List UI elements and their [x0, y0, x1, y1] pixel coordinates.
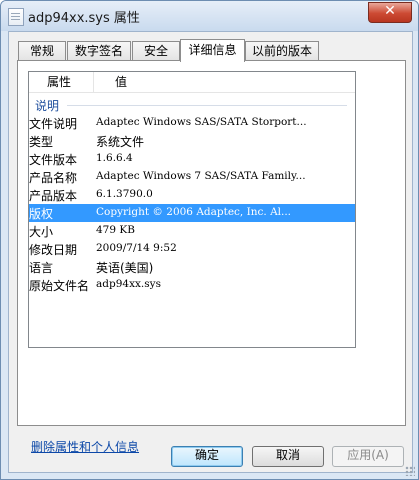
property-name: 修改日期 — [29, 243, 78, 257]
table-row[interactable]: 文件说明 Adaptec Windows SAS/SATA Storport..… — [29, 114, 355, 132]
resize-grip[interactable] — [405, 466, 415, 476]
group-divider — [67, 105, 347, 106]
property-value: Copyright © 2006 Adaptec, Inc. Al... — [96, 206, 292, 218]
cancel-button[interactable]: 取消 — [252, 446, 324, 467]
tab-digital-signatures[interactable]: 数字签名 — [67, 41, 131, 60]
table-row[interactable]: 类型 系统文件 — [29, 132, 355, 150]
property-name: 版权 — [29, 207, 54, 221]
property-value: Adaptec Windows 7 SAS/SATA Family... — [96, 170, 306, 182]
property-name: 文件说明 — [29, 117, 78, 131]
table-row[interactable]: 原始文件名 adp94xx.sys — [29, 276, 355, 294]
group-label: 说明 — [35, 99, 60, 113]
tab-details[interactable]: 详细信息 — [180, 39, 245, 62]
tab-strip: 常规 数字签名 安全 详细信息 以前的版本 — [18, 39, 408, 62]
property-name: 原始文件名 — [29, 279, 90, 293]
group-description: 说明 — [29, 96, 355, 114]
close-button[interactable]: ✕ — [368, 2, 412, 23]
title-bar[interactable]: adp94xx.sys 属性 ✕ — [1, 1, 418, 31]
property-value: 479 KB — [96, 224, 135, 236]
file-icon — [8, 8, 24, 26]
tab-previous-versions[interactable]: 以前的版本 — [245, 41, 319, 60]
properties-list[interactable]: 属性 值 说明 文件说明 Adaptec Windows SAS/SATA St… — [28, 71, 356, 348]
table-row[interactable]: 大小 479 KB — [29, 222, 355, 240]
property-value: 6.1.3790.0 — [96, 188, 153, 200]
table-row[interactable]: 文件版本 1.6.6.4 — [29, 150, 355, 168]
dialog-body: 常规 数字签名 安全 详细信息 以前的版本 属性 值 说明 文件说明 Adapt… — [8, 31, 413, 473]
property-value: 2009/7/14 9:52 — [96, 242, 177, 254]
column-header-value[interactable]: 值 — [115, 72, 127, 92]
property-name: 产品版本 — [29, 189, 78, 203]
property-name: 文件版本 — [29, 153, 78, 167]
properties-window: adp94xx.sys 属性 ✕ 常规 数字签名 安全 详细信息 以前的版本 属… — [0, 0, 419, 480]
table-row[interactable]: 修改日期 2009/7/14 9:52 — [29, 240, 355, 258]
table-row[interactable]: 语言 英语(美国) — [29, 258, 355, 276]
table-row[interactable]: 产品版本 6.1.3790.0 — [29, 186, 355, 204]
property-name: 大小 — [29, 225, 54, 239]
table-row[interactable]: 产品名称 Adaptec Windows 7 SAS/SATA Family..… — [29, 168, 355, 186]
property-value: 英语(美国) — [96, 261, 154, 275]
property-value: Adaptec Windows SAS/SATA Storport... — [96, 116, 307, 128]
remove-properties-link[interactable]: 删除属性和个人信息 — [31, 438, 139, 455]
list-header: 属性 值 — [29, 72, 355, 93]
ok-button[interactable]: 确定 — [171, 446, 243, 467]
table-row-selected[interactable]: 版权 Copyright © 2006 Adaptec, Inc. Al... — [29, 204, 355, 222]
column-header-property[interactable]: 属性 — [47, 72, 71, 92]
tab-security[interactable]: 安全 — [132, 41, 180, 60]
property-value: adp94xx.sys — [96, 278, 161, 290]
details-panel: 属性 值 说明 文件说明 Adaptec Windows SAS/SATA St… — [17, 60, 406, 426]
tab-general[interactable]: 常规 — [18, 41, 66, 60]
property-value: 1.6.6.4 — [96, 152, 133, 164]
apply-button[interactable]: 应用(A) — [332, 446, 404, 467]
property-name: 语言 — [29, 261, 54, 275]
property-name: 产品名称 — [29, 171, 78, 185]
window-title: adp94xx.sys 属性 — [28, 11, 140, 26]
property-name: 类型 — [29, 135, 54, 149]
column-divider[interactable] — [93, 72, 94, 92]
property-value: 系统文件 — [96, 135, 145, 149]
